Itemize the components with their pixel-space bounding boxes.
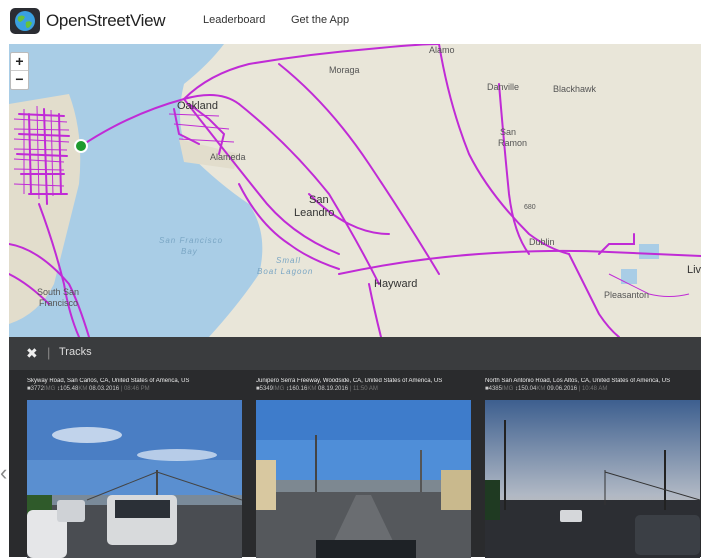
- nav-get-the-app[interactable]: Get the App: [291, 14, 349, 26]
- map-label-san-ramon-2: Ramon: [498, 138, 528, 148]
- map-label-moraga: Moraga: [329, 65, 360, 75]
- zoom-out-button[interactable]: −: [11, 71, 28, 89]
- track-date: 08.03.2016: [89, 386, 120, 392]
- track-card[interactable]: North San Antonio Road, Los Altos, CA, U…: [485, 378, 700, 558]
- track-time: 08:46 PM: [123, 386, 150, 392]
- map-label-blackhawk: Blackhawk: [553, 84, 597, 94]
- photo-count: 5349: [259, 386, 273, 392]
- map-label-oakland: Oakland: [177, 100, 218, 112]
- location-marker-icon: [74, 139, 88, 153]
- map-label-small-boat-2: Boat Lagoon: [257, 267, 314, 276]
- track-photo[interactable]: [485, 400, 700, 558]
- track-card-title: Junipero Serra Freeway, Woodside, CA, Un…: [256, 378, 443, 384]
- map[interactable]: Alamo Moraga Danville Blackhawk Oakland …: [9, 44, 701, 337]
- photo-unit: IMG: [272, 386, 285, 392]
- photo-count: 4385: [488, 386, 502, 392]
- map-label-san-leandro-2: Leandro: [294, 207, 335, 219]
- map-label-dublin: Dublin: [529, 237, 555, 247]
- map-label-south-sf-1: South San: [37, 287, 80, 297]
- track-card-meta: ■4385IMG ↕150.04KM 09.06.2016 | 10:48 AM: [485, 386, 608, 392]
- map-label-sf-bay-2: Bay: [181, 247, 198, 256]
- prev-arrow-icon[interactable]: ‹: [0, 460, 16, 490]
- track-photo[interactable]: [256, 400, 471, 558]
- tracks-header: ✖ | Tracks: [9, 337, 701, 370]
- map-label-sf-bay-1: San Francisco: [159, 236, 224, 245]
- photo-unit: IMG: [501, 386, 514, 392]
- track-card-title: North San Antonio Road, Los Altos, CA, U…: [485, 378, 671, 384]
- track-time: 10:48 AM: [581, 386, 608, 392]
- map-label-south-sf-2: Francisco: [39, 298, 79, 308]
- map-label-route-680: 680: [524, 204, 536, 211]
- map-label-danville: Danville: [487, 82, 520, 92]
- globe-logo-icon[interactable]: [10, 8, 40, 34]
- close-icon[interactable]: ✖: [26, 345, 38, 362]
- distance-unit: KM: [536, 386, 546, 392]
- track-card-meta: ■3772IMG ↕105.48KM 08.03.2016 | 08:46 PM: [27, 386, 150, 392]
- track-photo[interactable]: [27, 400, 242, 558]
- track-date: 09.06.2016: [547, 386, 578, 392]
- zoom-control: + −: [10, 52, 29, 90]
- map-label-pleasanton: Pleasanton: [604, 290, 650, 300]
- track-time: 11:50 AM: [352, 386, 378, 392]
- track-card-meta: ■5349IMG ↕160.16KM 08.19.2016 | 11:50 AM: [256, 386, 378, 392]
- brand-name[interactable]: OpenStreetView: [46, 11, 166, 31]
- map-label-san-leandro-1: San: [309, 194, 329, 206]
- map-canvas[interactable]: [9, 44, 701, 337]
- distance-unit: KM: [307, 386, 317, 392]
- track-card-title: Skyway Road, San Carlos, CA, United Stat…: [27, 378, 190, 384]
- map-label-san-ramon-1: San: [500, 127, 517, 137]
- zoom-in-button[interactable]: +: [11, 53, 28, 71]
- map-label-hayward: Hayward: [374, 278, 418, 290]
- map-label-alameda: Alameda: [210, 152, 246, 162]
- nav-leaderboard[interactable]: Leaderboard: [203, 14, 265, 26]
- distance-value: 160.16: [289, 386, 308, 392]
- distance-unit: KM: [78, 386, 88, 392]
- header: OpenStreetView Leaderboard Get the App: [0, 0, 701, 44]
- track-date: 08.19.2016: [318, 386, 349, 392]
- photo-unit: IMG: [43, 386, 56, 392]
- tracks-title: Tracks: [59, 346, 92, 358]
- tracks-separator: |: [47, 345, 51, 360]
- distance-value: 105.48: [60, 386, 79, 392]
- map-label-alamo: Alamo: [429, 45, 455, 55]
- map-label-livermore: Liv: [687, 264, 701, 276]
- photo-count: 3772: [30, 386, 44, 392]
- map-label-small-boat-1: Small: [276, 256, 302, 265]
- distance-value: 150.04: [518, 386, 537, 392]
- track-card[interactable]: Skyway Road, San Carlos, CA, United Stat…: [27, 378, 242, 558]
- track-card[interactable]: Junipero Serra Freeway, Woodside, CA, Un…: [256, 378, 471, 558]
